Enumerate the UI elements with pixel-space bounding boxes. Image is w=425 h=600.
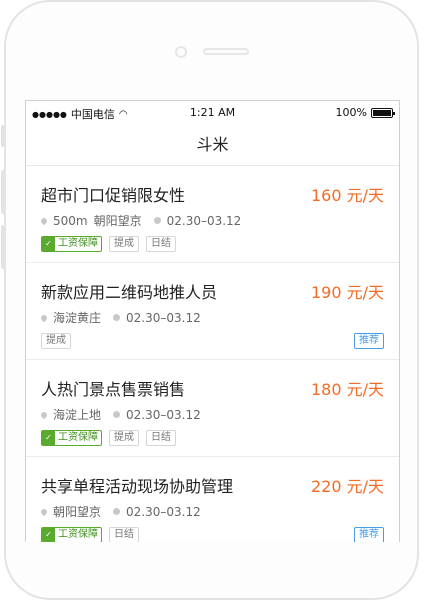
job-card[interactable]: 共享单程活动现场协助管理 220 元/天 朝阳望京 02.30–03.12 ✓ 工… [26,457,399,542]
location-icon [39,313,49,322]
page-title: 斗米 [26,125,399,166]
tag: 提成 [41,333,71,349]
app-screen: ●●●●● 中国电信 ◠ 1:21 AM 100% 斗米 超市门口促销限女性 1… [25,100,400,542]
shield-icon: ✓ [42,528,55,542]
side-button [1,170,5,214]
clock-icon [113,411,121,418]
tag: 提成 [109,236,139,252]
recommend-badge: 推荐 [354,527,384,542]
recommend-badge: 推荐 [354,333,384,349]
job-price: 190 元/天 [310,283,384,302]
clock-icon [113,314,121,321]
battery-percent: 100% [335,106,367,119]
status-bar: ●●●●● 中国电信 ◠ 1:21 AM 100% [26,101,399,125]
job-dates: 02.30–03.12 [126,310,201,325]
clock-icon [113,508,121,515]
job-card[interactable]: 人热门景点售票销售 180 元/天 海淀上地 02.30–03.12 ✓ 工资保障… [26,360,399,457]
job-dates: 02.30–03.12 [126,504,201,519]
job-title: 人热门景点售票销售 [41,380,186,399]
job-price: 180 元/天 [310,380,384,399]
job-price: 160 元/天 [310,186,384,205]
job-price: 220 元/天 [310,477,384,496]
job-location: 海淀上地 [53,408,102,422]
shield-icon: ✓ [42,431,55,445]
battery-icon [371,107,395,118]
tag: 日结 [146,430,176,446]
job-location: 朝阳望京 [93,214,142,228]
job-dates: 02.30–03.12 [166,213,242,228]
job-distance: 500m [53,213,88,228]
location-icon [39,507,49,516]
job-title: 新款应用二维码地推人员 [41,283,218,302]
job-title: 超市门口促销限女性 [41,186,186,205]
clock-icon [153,217,161,224]
speaker-icon [203,48,249,55]
guarantee-tag: ✓ 工资保障 [41,236,102,252]
guarantee-tag: ✓ 工资保障 [41,430,102,446]
tag: 日结 [146,236,176,252]
job-dates: 02.30–03.12 [126,407,201,422]
job-card[interactable]: 超市门口促销限女性 160 元/天 500m 朝阳望京 02.30–03.12 … [26,166,399,263]
job-card[interactable]: 新款应用二维码地推人员 190 元/天 海淀黄庄 02.30–03.12 提成 … [26,263,399,360]
tag: 日结 [109,527,139,542]
location-icon [39,410,49,419]
job-location: 朝阳望京 [53,505,102,519]
tag: 提成 [109,430,139,446]
job-title: 共享单程活动现场协助管理 [41,477,234,496]
job-location: 海淀黄庄 [53,311,102,325]
side-button [1,225,5,269]
guarantee-tag: ✓ 工资保障 [41,527,102,542]
camera-icon [175,46,187,58]
side-button [1,125,5,147]
shield-icon: ✓ [42,237,55,251]
location-icon [39,216,49,225]
